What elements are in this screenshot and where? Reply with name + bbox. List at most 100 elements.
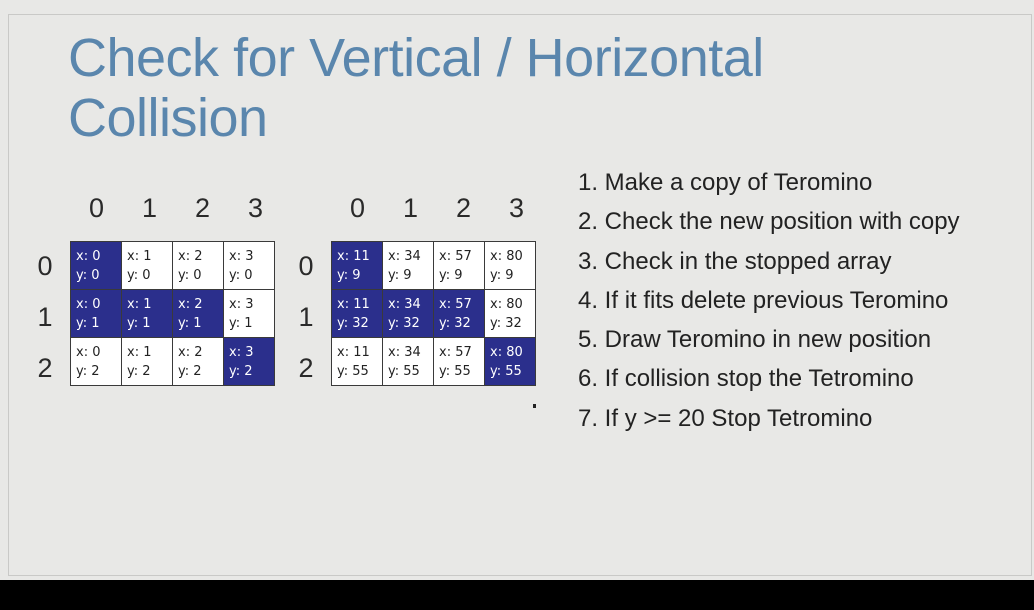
cell-y-label: y: 9 [490, 267, 514, 283]
cell-y-label: y: 32 [490, 315, 522, 331]
cell-y-label: y: 2 [76, 363, 100, 379]
step-item: 6. If collision stop the Tetromino [578, 365, 914, 393]
empty-cell: x: 57 y: 9 [433, 241, 485, 290]
cell-y-label: y: 32 [337, 315, 369, 331]
cell-y-label: y: 0 [229, 267, 253, 283]
cell-x-label: x: 0 [76, 296, 101, 312]
row-header: 2 [37, 353, 53, 383]
cell-x-label: x: 80 [490, 248, 523, 264]
grid-row: x: 0 y: 0 x: 1 y: 0 x: 2 y: 0 x: 3 y: 0 [70, 241, 275, 290]
column-header: 2 [194, 193, 211, 223]
cell-y-label: y: 2 [178, 363, 202, 379]
cell-y-label: y: 55 [439, 363, 471, 379]
column-header: 3 [508, 193, 525, 223]
cell-x-label: x: 2 [178, 248, 203, 264]
column-header: 0 [349, 193, 366, 223]
column-header: 0 [88, 193, 105, 223]
step-item: 2. Check the new position with copy [578, 208, 960, 236]
cell-y-label: y: 9 [439, 267, 463, 283]
cell-y-label: y: 1 [229, 315, 253, 331]
cell-y-label: y: 1 [76, 315, 100, 331]
cell-x-label: x: 2 [178, 296, 203, 312]
grid-row: x: 11 y: 32 x: 34 y: 32 x: 57 y: 32 x: 80 y: 32 [331, 289, 536, 338]
step-item: 3. Check in the stopped array [578, 247, 892, 275]
step-item: 5. Draw Teromino in new position [578, 326, 932, 354]
filled-cell: x: 11 y: 9 [331, 241, 383, 290]
row-header: 1 [298, 302, 314, 332]
step-item: 4. If it fits delete previous Teromino [578, 286, 949, 314]
cell-y-label: y: 1 [178, 315, 202, 331]
cell-x-label: x: 57 [439, 248, 472, 264]
filled-cell: x: 1 y: 1 [121, 289, 173, 338]
cell-y-label: y: 55 [490, 363, 522, 379]
column-header: 1 [402, 193, 419, 223]
row-header: 0 [298, 251, 314, 281]
step-item: 7. If y >= 20 Stop Tetromino [578, 404, 873, 432]
empty-cell: x: 34 y: 9 [382, 241, 434, 290]
steps-list: 1. Make a copy of Teromino 2. Check the n… [578, 163, 960, 438]
empty-cell: x: 2 y: 0 [172, 241, 224, 290]
cell-y-label: y: 2 [229, 363, 253, 379]
cell-y-label: y: 32 [388, 315, 420, 331]
cell-x-label: x: 3 [229, 248, 254, 264]
empty-cell: x: 3 y: 0 [223, 241, 275, 290]
cell-x-label: x: 3 [229, 296, 254, 312]
row-header: 0 [37, 251, 53, 281]
filled-cell: x: 0 y: 1 [70, 289, 122, 338]
cell-x-label: x: 2 [178, 344, 203, 360]
row-header: 1 [37, 302, 53, 332]
cell-x-label: x: 57 [439, 344, 472, 360]
row-header: 2 [298, 353, 314, 383]
empty-cell: x: 1 y: 0 [121, 241, 173, 290]
empty-cell: x: 80 y: 9 [484, 241, 536, 290]
filled-cell: x: 3 y: 2 [223, 337, 275, 386]
cell-y-label: y: 1 [127, 315, 151, 331]
mouse-cursor-icon [533, 404, 536, 408]
cell-x-label: x: 11 [337, 344, 370, 360]
grid-row: x: 11 y: 55 x: 34 y: 55 x: 57 y: 55 x: 80 y: 55 [331, 337, 536, 386]
empty-cell: x: 11 y: 55 [331, 337, 383, 386]
column-header: 1 [141, 193, 158, 223]
cell-x-label: x: 80 [490, 344, 523, 360]
empty-cell: x: 0 y: 2 [70, 337, 122, 386]
title-line-2: Collision [68, 88, 268, 148]
step-item: 1. Make a copy of Teromino [578, 169, 873, 196]
empty-cell: x: 80 y: 32 [484, 289, 536, 338]
filled-cell: x: 80 y: 55 [484, 337, 536, 386]
column-header: 3 [247, 193, 264, 223]
cell-y-label: y: 0 [178, 267, 202, 283]
cell-y-label: y: 9 [337, 267, 361, 283]
column-header: 2 [455, 193, 472, 223]
cell-grid: x: 11 y: 9 x: 34 y: 9 x: 57 y: 9 x: 80 y: 9 x: 1… [331, 241, 536, 386]
cell-x-label: x: 1 [127, 248, 152, 264]
grid-left: 0 1 2 3 0 1 2 x: 0 y: 0 x: 1 y: 0 x: 2 y: 0 x: 3 y: 0x… [30, 193, 290, 403]
title-line-1: Check for Vertical / Horizontal [68, 28, 764, 88]
filled-cell: x: 57 y: 32 [433, 289, 485, 338]
cell-x-label: x: 11 [337, 296, 370, 312]
cell-y-label: y: 55 [388, 363, 420, 379]
filled-cell: x: 2 y: 1 [172, 289, 224, 338]
cell-y-label: y: 0 [127, 267, 151, 283]
cell-x-label: x: 1 [127, 296, 152, 312]
cell-x-label: x: 0 [76, 344, 101, 360]
cell-x-label: x: 1 [127, 344, 152, 360]
cell-y-label: y: 2 [127, 363, 151, 379]
grid-right: 0 1 2 3 0 1 2 x: 11 y: 9 x: 34 y: 9 x: 57 y: 9 x: 80 y… [291, 193, 551, 403]
cell-x-label: x: 34 [388, 344, 421, 360]
grid-row: x: 0 y: 1 x: 1 y: 1 x: 2 y: 1 x: 3 y: 1 [70, 289, 275, 338]
slide-title: Check for Vertical / Horizontal Collisio… [68, 28, 968, 148]
empty-cell: x: 3 y: 1 [223, 289, 275, 338]
cell-x-label: x: 3 [229, 344, 254, 360]
cell-x-label: x: 34 [388, 296, 421, 312]
cell-y-label: y: 9 [388, 267, 412, 283]
empty-cell: x: 1 y: 2 [121, 337, 173, 386]
filled-cell: x: 0 y: 0 [70, 241, 122, 290]
cell-y-label: y: 55 [337, 363, 369, 379]
filled-cell: x: 34 y: 32 [382, 289, 434, 338]
cell-x-label: x: 11 [337, 248, 370, 264]
cell-y-label: y: 0 [76, 267, 100, 283]
empty-cell: x: 34 y: 55 [382, 337, 434, 386]
slide: Check for Vertical / Horizontal Collisio… [0, 0, 1034, 580]
filled-cell: x: 11 y: 32 [331, 289, 383, 338]
empty-cell: x: 57 y: 55 [433, 337, 485, 386]
